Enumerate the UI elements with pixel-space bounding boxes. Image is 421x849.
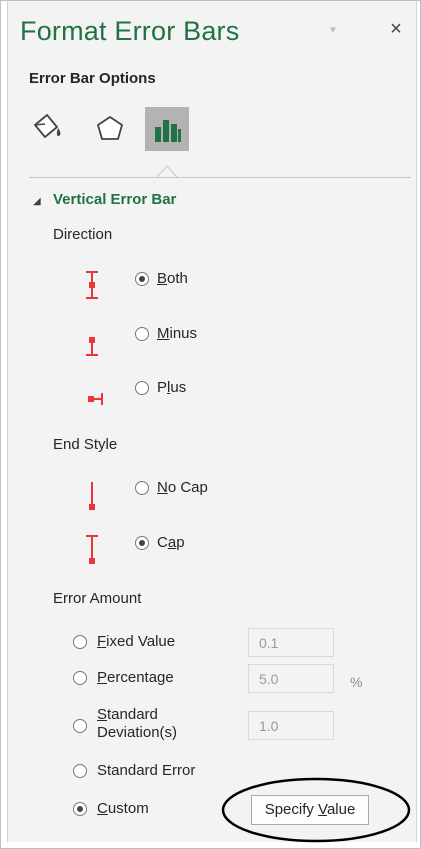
tab-effects[interactable] [88, 107, 132, 151]
direction-minus-radio[interactable] [135, 327, 149, 341]
standard-deviation-input[interactable]: 1.0 [248, 711, 334, 740]
tab-pointer [157, 165, 177, 178]
end-style-cap-label[interactable]: Cap [157, 534, 185, 552]
paint-bucket-icon [34, 114, 61, 138]
end-style-no-cap-label[interactable]: No Cap [157, 479, 208, 497]
options-label: Error Bar Options [29, 70, 156, 87]
standard-deviation-radio[interactable] [73, 719, 87, 733]
percentage-input[interactable]: 5.0 [248, 664, 334, 693]
section-title-vertical-error-bar[interactable]: Vertical Error Bar [53, 191, 176, 208]
error-bar-plus-icon [88, 393, 103, 405]
standard-deviation-label[interactable]: Standard Deviation(s) [97, 706, 177, 742]
pane-title: Format Error Bars [20, 16, 240, 46]
error-bar-both-icon [86, 271, 98, 299]
tab-divider [29, 177, 411, 178]
direction-plus-radio[interactable] [135, 381, 149, 395]
bar-chart-icon [155, 120, 181, 142]
collapse-triangle-icon[interactable]: ◢ [33, 196, 41, 207]
caret-down-icon[interactable]: ▼ [326, 24, 340, 38]
custom-radio[interactable] [73, 802, 87, 816]
tab-error-bar-options[interactable] [145, 107, 189, 151]
fixed-value-label[interactable]: Fixed Value [97, 633, 175, 651]
tab-fill-line[interactable] [25, 107, 69, 151]
specify-value-button[interactable]: Specify Value [251, 795, 369, 825]
error-amount-label: Error Amount [53, 590, 142, 607]
percentage-unit: % [350, 674, 363, 690]
custom-label[interactable]: Custom [97, 800, 149, 818]
end-style-no-cap-radio[interactable] [135, 481, 149, 495]
error-bar-minus-icon [86, 337, 98, 356]
end-style-label: End Style [53, 436, 118, 453]
end-style-cap-radio[interactable] [135, 536, 149, 550]
fixed-value-input[interactable]: 0.1 [248, 628, 334, 657]
percentage-radio[interactable] [73, 671, 87, 685]
pentagon-icon [97, 116, 123, 140]
percentage-label[interactable]: Percentage [97, 669, 174, 687]
direction-label: Direction [53, 226, 113, 243]
end-style-cap-icon [86, 535, 98, 564]
close-icon[interactable]: × [386, 19, 406, 39]
direction-minus-label[interactable]: Minus [157, 325, 197, 343]
direction-plus-label[interactable]: Plus [157, 379, 186, 397]
direction-both-label[interactable]: Both [157, 270, 188, 288]
fixed-value-radio[interactable] [73, 635, 87, 649]
standard-error-radio[interactable] [73, 764, 87, 778]
standard-error-label[interactable]: Standard Error [97, 762, 195, 780]
direction-both-radio[interactable] [135, 272, 149, 286]
end-style-no-cap-icon [89, 482, 95, 510]
